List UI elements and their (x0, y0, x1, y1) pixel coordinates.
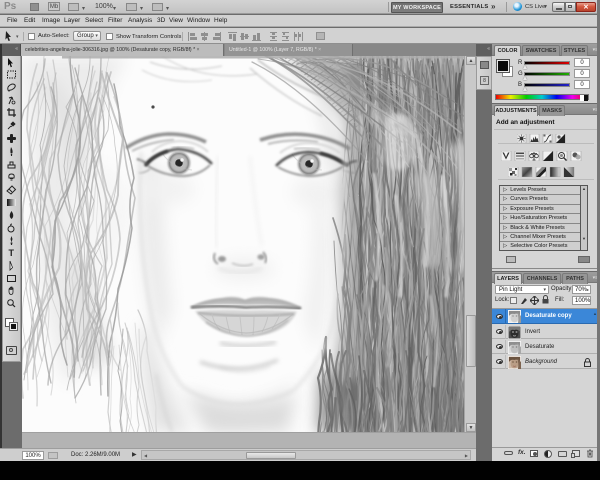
svg-text:T: T (9, 248, 15, 258)
